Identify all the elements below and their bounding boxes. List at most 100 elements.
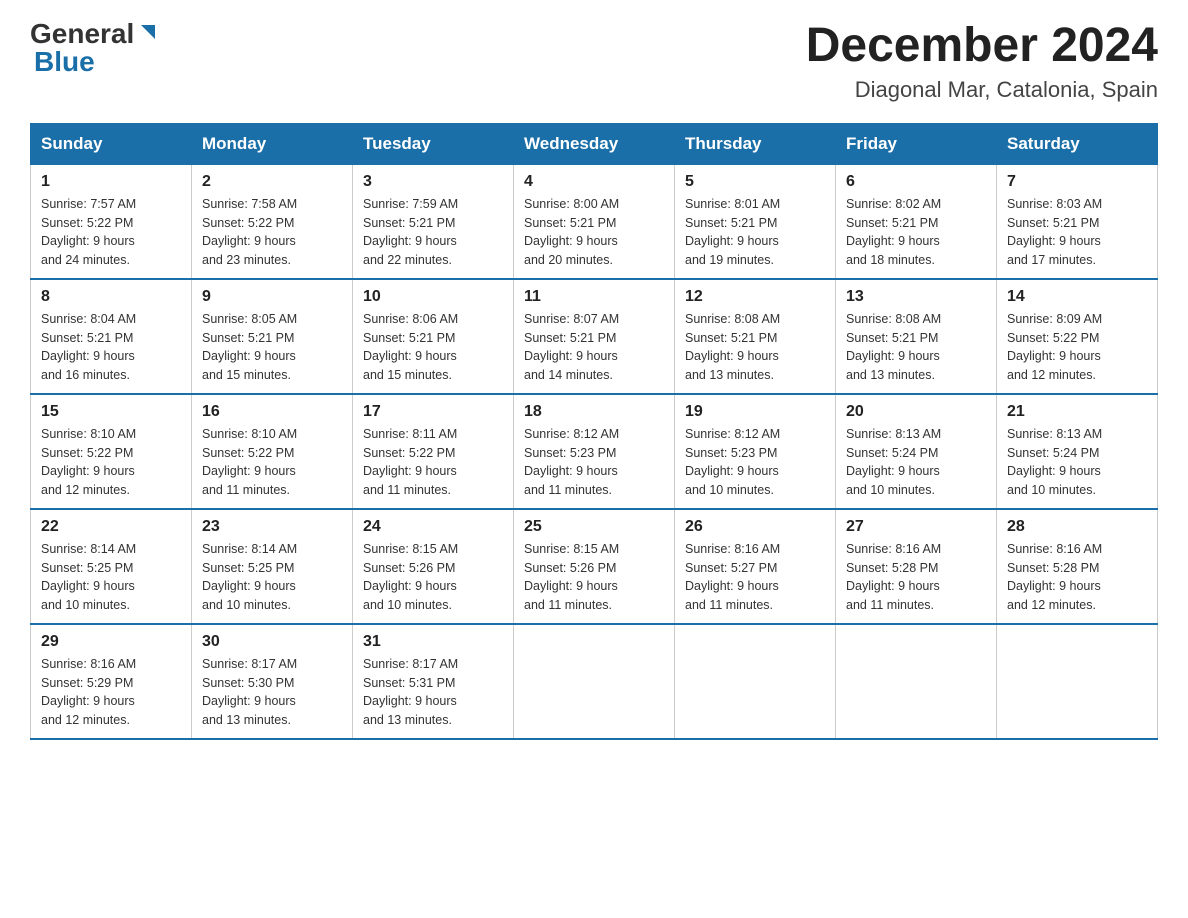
calendar-week-row: 29 Sunrise: 8:16 AM Sunset: 5:29 PM Dayl… xyxy=(31,624,1158,739)
calendar-cell: 19 Sunrise: 8:12 AM Sunset: 5:23 PM Dayl… xyxy=(675,394,836,509)
day-number: 31 xyxy=(363,633,503,651)
day-number: 15 xyxy=(41,403,181,421)
day-info: Sunrise: 8:03 AM Sunset: 5:21 PM Dayligh… xyxy=(1007,195,1147,270)
header-thursday: Thursday xyxy=(675,123,836,164)
calendar-week-row: 1 Sunrise: 7:57 AM Sunset: 5:22 PM Dayli… xyxy=(31,164,1158,279)
day-info: Sunrise: 8:13 AM Sunset: 5:24 PM Dayligh… xyxy=(1007,425,1147,500)
day-info: Sunrise: 7:58 AM Sunset: 5:22 PM Dayligh… xyxy=(202,195,342,270)
calendar-cell: 30 Sunrise: 8:17 AM Sunset: 5:30 PM Dayl… xyxy=(192,624,353,739)
day-info: Sunrise: 8:10 AM Sunset: 5:22 PM Dayligh… xyxy=(41,425,181,500)
day-info: Sunrise: 8:14 AM Sunset: 5:25 PM Dayligh… xyxy=(41,540,181,615)
calendar-table: SundayMondayTuesdayWednesdayThursdayFrid… xyxy=(30,123,1158,740)
calendar-cell: 26 Sunrise: 8:16 AM Sunset: 5:27 PM Dayl… xyxy=(675,509,836,624)
calendar-cell: 13 Sunrise: 8:08 AM Sunset: 5:21 PM Dayl… xyxy=(836,279,997,394)
calendar-cell: 24 Sunrise: 8:15 AM Sunset: 5:26 PM Dayl… xyxy=(353,509,514,624)
calendar-cell: 11 Sunrise: 8:07 AM Sunset: 5:21 PM Dayl… xyxy=(514,279,675,394)
day-info: Sunrise: 8:01 AM Sunset: 5:21 PM Dayligh… xyxy=(685,195,825,270)
day-info: Sunrise: 8:08 AM Sunset: 5:21 PM Dayligh… xyxy=(685,310,825,385)
day-info: Sunrise: 8:04 AM Sunset: 5:21 PM Dayligh… xyxy=(41,310,181,385)
day-info: Sunrise: 8:14 AM Sunset: 5:25 PM Dayligh… xyxy=(202,540,342,615)
header-wednesday: Wednesday xyxy=(514,123,675,164)
day-number: 4 xyxy=(524,173,664,191)
header-monday: Monday xyxy=(192,123,353,164)
day-number: 9 xyxy=(202,288,342,306)
calendar-week-row: 15 Sunrise: 8:10 AM Sunset: 5:22 PM Dayl… xyxy=(31,394,1158,509)
calendar-cell: 29 Sunrise: 8:16 AM Sunset: 5:29 PM Dayl… xyxy=(31,624,192,739)
day-number: 25 xyxy=(524,518,664,536)
calendar-cell: 28 Sunrise: 8:16 AM Sunset: 5:28 PM Dayl… xyxy=(997,509,1158,624)
header-sunday: Sunday xyxy=(31,123,192,164)
calendar-cell xyxy=(997,624,1158,739)
day-number: 19 xyxy=(685,403,825,421)
day-info: Sunrise: 8:16 AM Sunset: 5:28 PM Dayligh… xyxy=(1007,540,1147,615)
day-number: 30 xyxy=(202,633,342,651)
header-friday: Friday xyxy=(836,123,997,164)
day-number: 5 xyxy=(685,173,825,191)
calendar-cell: 21 Sunrise: 8:13 AM Sunset: 5:24 PM Dayl… xyxy=(997,394,1158,509)
day-number: 20 xyxy=(846,403,986,421)
day-info: Sunrise: 8:00 AM Sunset: 5:21 PM Dayligh… xyxy=(524,195,664,270)
day-number: 24 xyxy=(363,518,503,536)
calendar-cell: 12 Sunrise: 8:08 AM Sunset: 5:21 PM Dayl… xyxy=(675,279,836,394)
day-info: Sunrise: 8:08 AM Sunset: 5:21 PM Dayligh… xyxy=(846,310,986,385)
logo-blue-text: Blue xyxy=(34,46,95,77)
day-info: Sunrise: 8:06 AM Sunset: 5:21 PM Dayligh… xyxy=(363,310,503,385)
calendar-cell: 22 Sunrise: 8:14 AM Sunset: 5:25 PM Dayl… xyxy=(31,509,192,624)
day-number: 22 xyxy=(41,518,181,536)
calendar-week-row: 8 Sunrise: 8:04 AM Sunset: 5:21 PM Dayli… xyxy=(31,279,1158,394)
day-info: Sunrise: 8:07 AM Sunset: 5:21 PM Dayligh… xyxy=(524,310,664,385)
day-number: 14 xyxy=(1007,288,1147,306)
month-year-title: December 2024 xyxy=(806,20,1158,73)
calendar-cell: 3 Sunrise: 7:59 AM Sunset: 5:21 PM Dayli… xyxy=(353,164,514,279)
calendar-cell: 25 Sunrise: 8:15 AM Sunset: 5:26 PM Dayl… xyxy=(514,509,675,624)
day-info: Sunrise: 8:15 AM Sunset: 5:26 PM Dayligh… xyxy=(524,540,664,615)
day-number: 6 xyxy=(846,173,986,191)
day-info: Sunrise: 8:13 AM Sunset: 5:24 PM Dayligh… xyxy=(846,425,986,500)
calendar-cell: 17 Sunrise: 8:11 AM Sunset: 5:22 PM Dayl… xyxy=(353,394,514,509)
day-number: 18 xyxy=(524,403,664,421)
day-info: Sunrise: 8:02 AM Sunset: 5:21 PM Dayligh… xyxy=(846,195,986,270)
location-subtitle: Diagonal Mar, Catalonia, Spain xyxy=(806,77,1158,103)
page-header: General Blue December 2024 Diagonal Mar,… xyxy=(30,20,1158,103)
header-tuesday: Tuesday xyxy=(353,123,514,164)
calendar-cell: 15 Sunrise: 8:10 AM Sunset: 5:22 PM Dayl… xyxy=(31,394,192,509)
calendar-cell: 14 Sunrise: 8:09 AM Sunset: 5:22 PM Dayl… xyxy=(997,279,1158,394)
day-info: Sunrise: 7:59 AM Sunset: 5:21 PM Dayligh… xyxy=(363,195,503,270)
calendar-cell: 18 Sunrise: 8:12 AM Sunset: 5:23 PM Dayl… xyxy=(514,394,675,509)
day-number: 12 xyxy=(685,288,825,306)
logo: General Blue xyxy=(30,20,159,76)
day-number: 11 xyxy=(524,288,664,306)
day-info: Sunrise: 8:11 AM Sunset: 5:22 PM Dayligh… xyxy=(363,425,503,500)
day-number: 13 xyxy=(846,288,986,306)
calendar-week-row: 22 Sunrise: 8:14 AM Sunset: 5:25 PM Dayl… xyxy=(31,509,1158,624)
calendar-cell: 16 Sunrise: 8:10 AM Sunset: 5:22 PM Dayl… xyxy=(192,394,353,509)
day-number: 3 xyxy=(363,173,503,191)
day-number: 8 xyxy=(41,288,181,306)
title-block: December 2024 Diagonal Mar, Catalonia, S… xyxy=(806,20,1158,103)
day-number: 2 xyxy=(202,173,342,191)
day-number: 28 xyxy=(1007,518,1147,536)
calendar-cell: 6 Sunrise: 8:02 AM Sunset: 5:21 PM Dayli… xyxy=(836,164,997,279)
calendar-header-row: SundayMondayTuesdayWednesdayThursdayFrid… xyxy=(31,123,1158,164)
day-number: 23 xyxy=(202,518,342,536)
day-info: Sunrise: 8:12 AM Sunset: 5:23 PM Dayligh… xyxy=(685,425,825,500)
day-number: 10 xyxy=(363,288,503,306)
calendar-cell: 5 Sunrise: 8:01 AM Sunset: 5:21 PM Dayli… xyxy=(675,164,836,279)
logo-block: General Blue xyxy=(30,20,159,76)
calendar-cell: 4 Sunrise: 8:00 AM Sunset: 5:21 PM Dayli… xyxy=(514,164,675,279)
day-info: Sunrise: 8:16 AM Sunset: 5:28 PM Dayligh… xyxy=(846,540,986,615)
day-info: Sunrise: 8:12 AM Sunset: 5:23 PM Dayligh… xyxy=(524,425,664,500)
day-number: 1 xyxy=(41,173,181,191)
calendar-cell: 20 Sunrise: 8:13 AM Sunset: 5:24 PM Dayl… xyxy=(836,394,997,509)
day-info: Sunrise: 8:05 AM Sunset: 5:21 PM Dayligh… xyxy=(202,310,342,385)
calendar-cell: 27 Sunrise: 8:16 AM Sunset: 5:28 PM Dayl… xyxy=(836,509,997,624)
day-info: Sunrise: 8:15 AM Sunset: 5:26 PM Dayligh… xyxy=(363,540,503,615)
calendar-cell: 31 Sunrise: 8:17 AM Sunset: 5:31 PM Dayl… xyxy=(353,624,514,739)
day-number: 21 xyxy=(1007,403,1147,421)
day-info: Sunrise: 8:09 AM Sunset: 5:22 PM Dayligh… xyxy=(1007,310,1147,385)
day-info: Sunrise: 8:16 AM Sunset: 5:29 PM Dayligh… xyxy=(41,655,181,730)
header-saturday: Saturday xyxy=(997,123,1158,164)
calendar-cell xyxy=(675,624,836,739)
calendar-cell xyxy=(836,624,997,739)
day-info: Sunrise: 8:10 AM Sunset: 5:22 PM Dayligh… xyxy=(202,425,342,500)
